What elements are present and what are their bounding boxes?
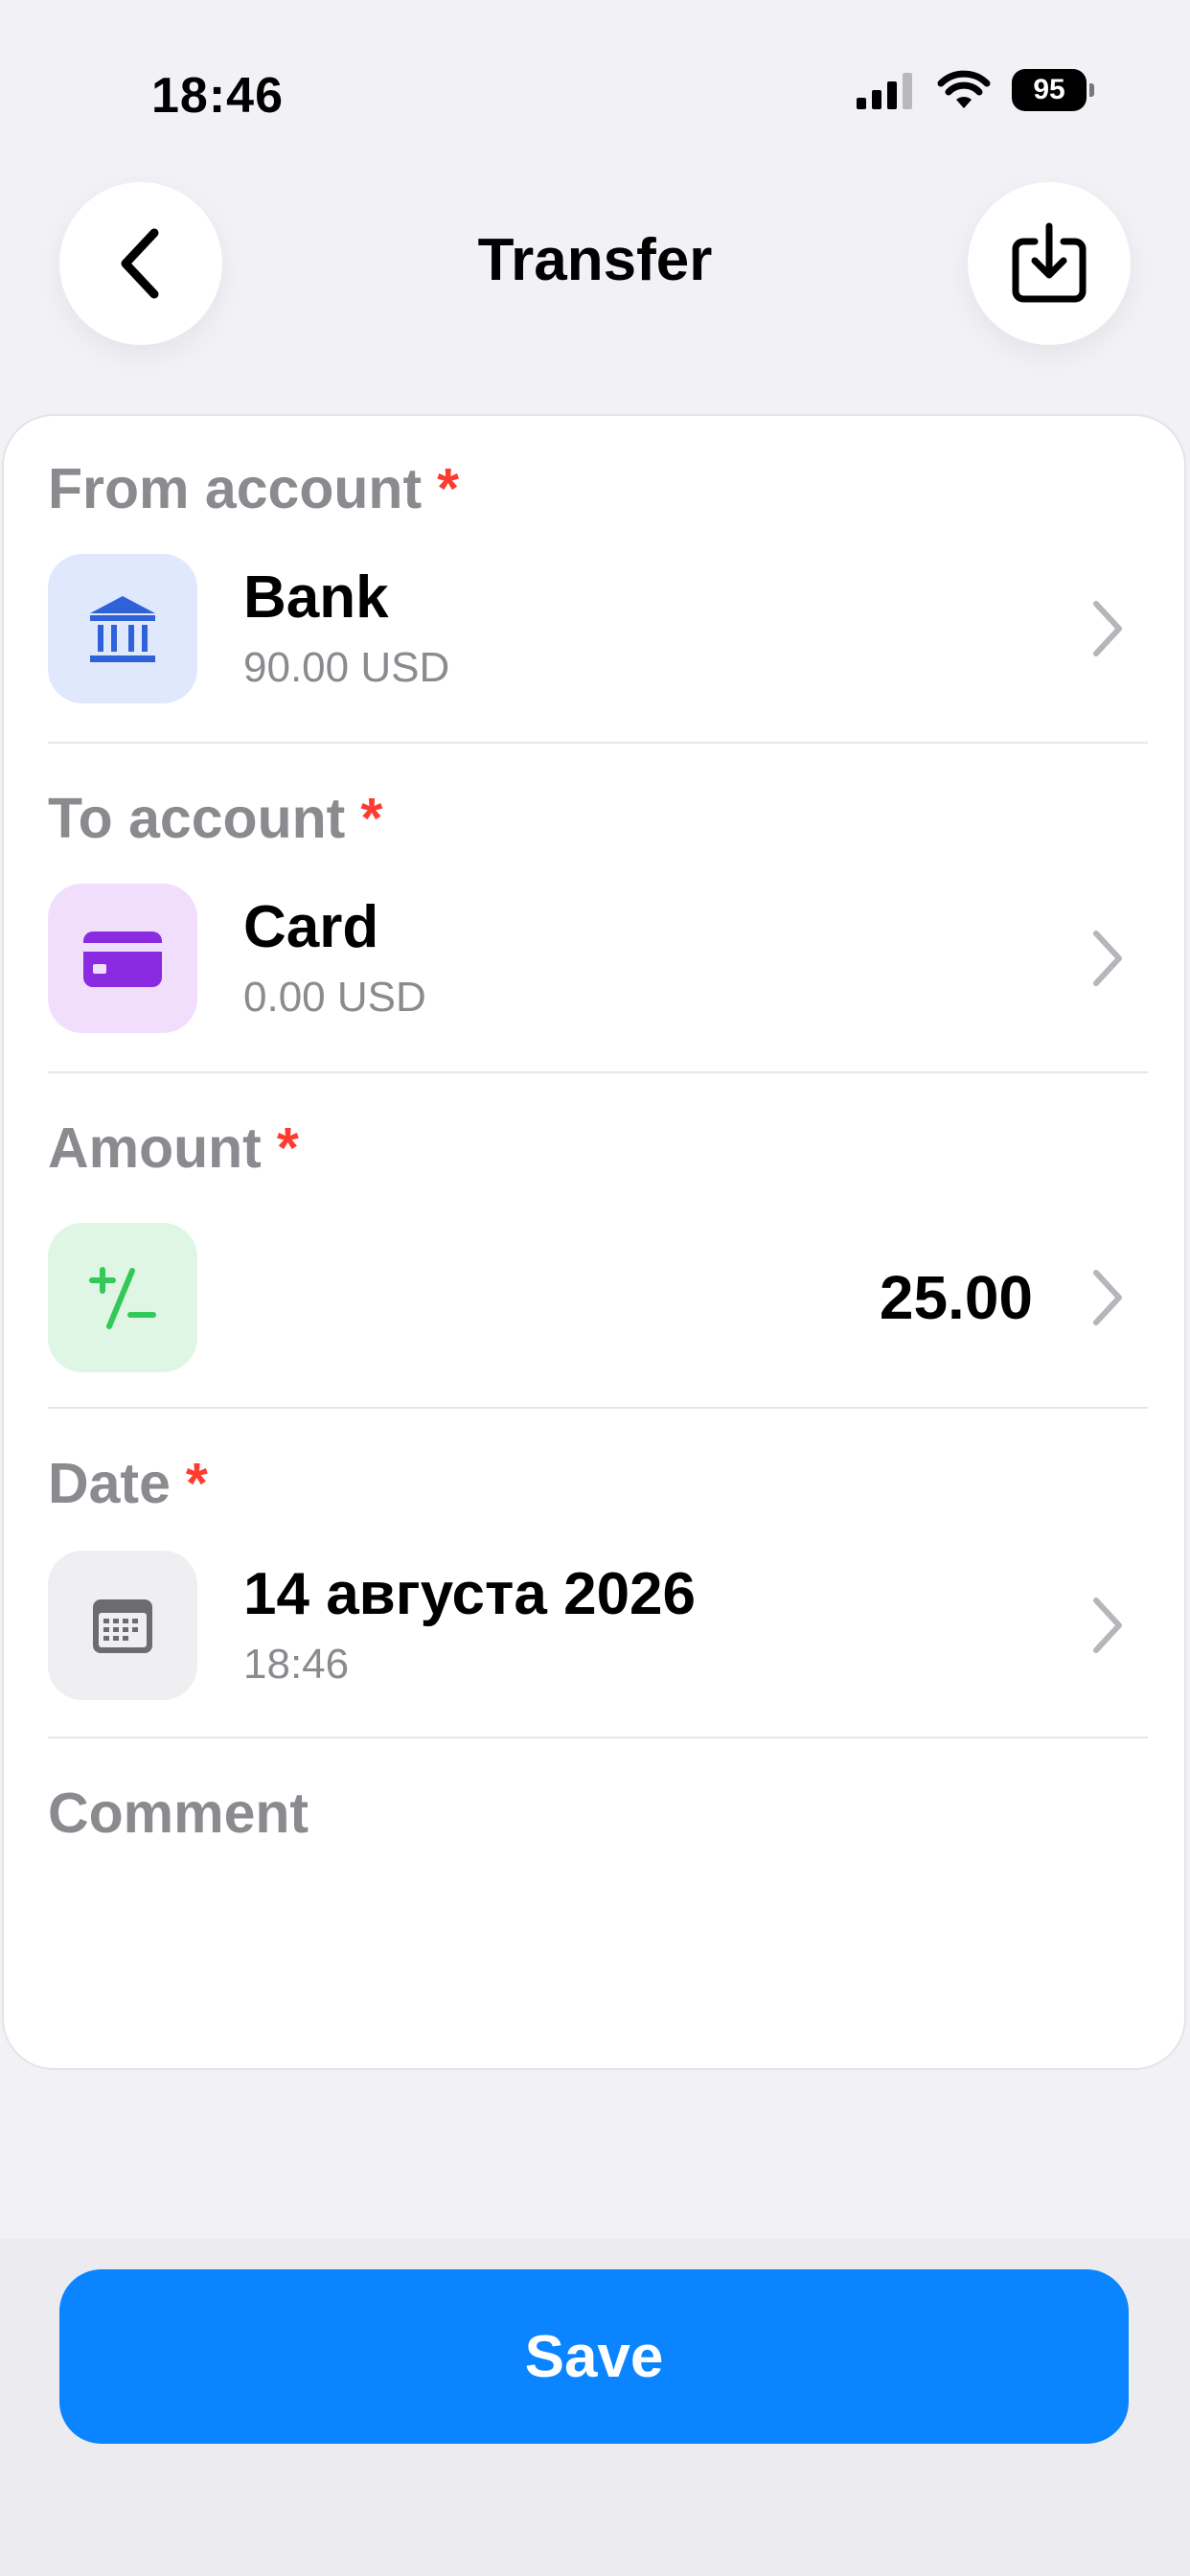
date-label: Date * — [48, 1452, 208, 1515]
save-button[interactable]: Save — [59, 2269, 1129, 2444]
from-account-label: From account * — [48, 457, 460, 520]
chevron-right-icon — [1093, 1598, 1122, 1653]
signal-icon — [857, 73, 912, 109]
comment-input[interactable] — [48, 1873, 1148, 2026]
import-button[interactable] — [968, 182, 1131, 345]
from-account-icon-box — [48, 554, 197, 703]
divider — [48, 1736, 1148, 1738]
amount-section: Amount * — [48, 1116, 1148, 1181]
to-account-selector[interactable]: Card 0.00 USD — [48, 884, 1148, 1033]
required-mark: * — [185, 1452, 208, 1515]
credit-card-icon — [83, 932, 162, 987]
required-mark: * — [437, 457, 460, 520]
download-tray-icon — [1012, 222, 1087, 303]
status-time: 18:46 — [151, 68, 284, 124]
wifi-icon — [937, 70, 991, 108]
required-mark: * — [360, 787, 383, 850]
date-section: Date * — [48, 1451, 1148, 1516]
time-value: 18:46 — [243, 1641, 350, 1689]
to-account-section: To account * — [48, 786, 1148, 851]
amount-icon-box — [48, 1223, 197, 1372]
chevron-right-icon — [1093, 1270, 1122, 1325]
date-value: 14 августа 2026 — [243, 1560, 697, 1627]
bank-icon — [90, 596, 155, 662]
chevron-right-icon — [1093, 601, 1122, 656]
from-account-section: From account * — [48, 456, 1148, 521]
chevron-right-icon — [1093, 931, 1122, 986]
calendar-icon — [93, 1599, 152, 1653]
comment-section: Comment — [48, 1781, 1148, 1846]
amount-field[interactable]: 25.00 — [48, 1223, 1148, 1372]
date-icon-box — [48, 1551, 197, 1700]
divider — [48, 742, 1148, 744]
divider — [48, 1071, 1148, 1073]
comment-label: Comment — [48, 1782, 309, 1845]
divider — [48, 1407, 1148, 1409]
status-icons: 95 — [855, 69, 1094, 111]
from-account-selector[interactable]: Bank 90.00 USD — [48, 554, 1148, 703]
transfer-form-card: From account * Bank 90.00 USD To account… — [2, 414, 1186, 2070]
amount-label: Amount * — [48, 1116, 299, 1180]
battery-indicator: 95 — [1012, 69, 1094, 111]
plus-minus-icon — [89, 1267, 156, 1329]
status-bar: 18:46 95 — [0, 0, 1190, 144]
to-account-balance: 0.00 USD — [243, 974, 426, 1022]
to-account-name: Card — [243, 893, 379, 960]
amount-value: 25.00 — [879, 1263, 1033, 1332]
date-picker[interactable]: 14 августа 2026 18:46 — [48, 1551, 1148, 1700]
required-mark: * — [276, 1116, 299, 1180]
from-account-name: Bank — [243, 564, 389, 631]
to-account-label: To account * — [48, 787, 383, 850]
to-account-icon-box — [48, 884, 197, 1033]
from-account-balance: 90.00 USD — [243, 644, 450, 692]
